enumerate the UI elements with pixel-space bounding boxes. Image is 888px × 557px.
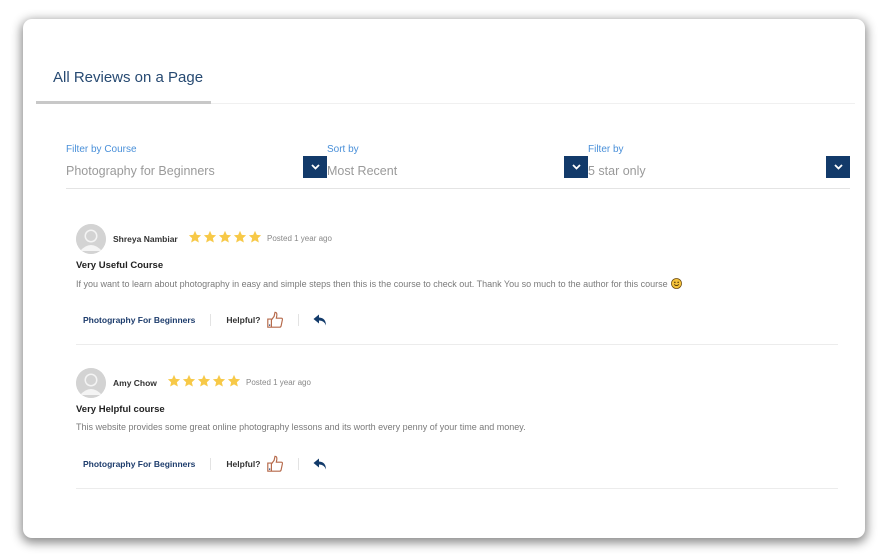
- review-footer: Photography For Beginners Helpful?: [83, 455, 327, 473]
- reviews-card: All Reviews on a Page Filter by Course P…: [23, 19, 865, 538]
- thumbs-up-icon[interactable]: [266, 455, 284, 473]
- review-author: Shreya Nambiar: [113, 234, 178, 244]
- chevron-down-icon: [833, 164, 843, 170]
- star-rating: [167, 374, 241, 388]
- divider: [210, 458, 212, 470]
- star-icon: [167, 374, 181, 387]
- tab-bar: All Reviews on a Page: [36, 59, 855, 104]
- review-title: Very Useful Course: [76, 260, 164, 271]
- review-body-text: If you want to learn about photography i…: [76, 279, 668, 289]
- star-icon: [233, 230, 247, 243]
- rating-filter-dropdown-button[interactable]: [826, 156, 850, 178]
- star-icon: [197, 374, 211, 387]
- review-title: Very Helpful course: [76, 404, 165, 415]
- rating-filter-label: Filter by: [588, 144, 624, 155]
- user-icon: [76, 224, 106, 254]
- course-filter-value[interactable]: Photography for Beginners: [66, 164, 215, 178]
- course-link[interactable]: Photography For Beginners: [83, 315, 195, 325]
- sort-by-value[interactable]: Most Recent: [327, 164, 397, 178]
- review-author: Amy Chow: [113, 378, 157, 388]
- star-icon: [227, 374, 241, 387]
- course-link[interactable]: Photography For Beginners: [83, 459, 195, 469]
- star-icon: [248, 230, 262, 243]
- user-icon: [76, 368, 106, 398]
- chevron-down-icon: [310, 164, 320, 170]
- star-icon: [212, 374, 226, 387]
- chevron-down-icon: [571, 164, 581, 170]
- sort-by-label: Sort by: [327, 144, 359, 155]
- review-item: Amy Chow Posted 1 year ago Very Helpful …: [76, 368, 838, 489]
- reply-icon[interactable]: [313, 458, 327, 470]
- filter-bar: Filter by Course Photography for Beginne…: [66, 144, 850, 189]
- star-icon: [203, 230, 217, 243]
- review-footer: Photography For Beginners Helpful?: [83, 311, 327, 329]
- review-body: This website provides some great online …: [76, 422, 526, 432]
- review-body: If you want to learn about photography i…: [76, 278, 682, 289]
- posted-time: Posted 1 year ago: [246, 378, 311, 387]
- divider: [210, 314, 212, 326]
- star-rating: [188, 230, 262, 244]
- star-icon: [182, 374, 196, 387]
- sort-by[interactable]: Sort by Most Recent: [327, 144, 588, 188]
- star-icon: [188, 230, 202, 243]
- rating-filter-value[interactable]: 5 star only: [588, 164, 646, 178]
- divider: [298, 314, 300, 326]
- smiley-emoji-icon: [670, 278, 682, 289]
- star-icon: [218, 230, 232, 243]
- avatar: [76, 368, 106, 398]
- rating-filter[interactable]: Filter by 5 star only: [588, 144, 850, 188]
- posted-time: Posted 1 year ago: [267, 234, 332, 243]
- tab-all-reviews[interactable]: All Reviews on a Page: [36, 59, 211, 104]
- helpful-label: Helpful?: [226, 459, 261, 469]
- reply-icon[interactable]: [313, 314, 327, 326]
- divider: [298, 458, 300, 470]
- course-filter-dropdown-button[interactable]: [303, 156, 327, 178]
- course-filter[interactable]: Filter by Course Photography for Beginne…: [66, 144, 327, 188]
- course-filter-label: Filter by Course: [66, 144, 137, 155]
- avatar: [76, 224, 106, 254]
- helpful-label: Helpful?: [226, 315, 261, 325]
- sort-by-dropdown-button[interactable]: [564, 156, 588, 178]
- review-item: Shreya Nambiar Posted 1 year ago Very Us…: [76, 224, 838, 345]
- thumbs-up-icon[interactable]: [266, 311, 284, 329]
- tab-label: All Reviews on a Page: [53, 69, 204, 86]
